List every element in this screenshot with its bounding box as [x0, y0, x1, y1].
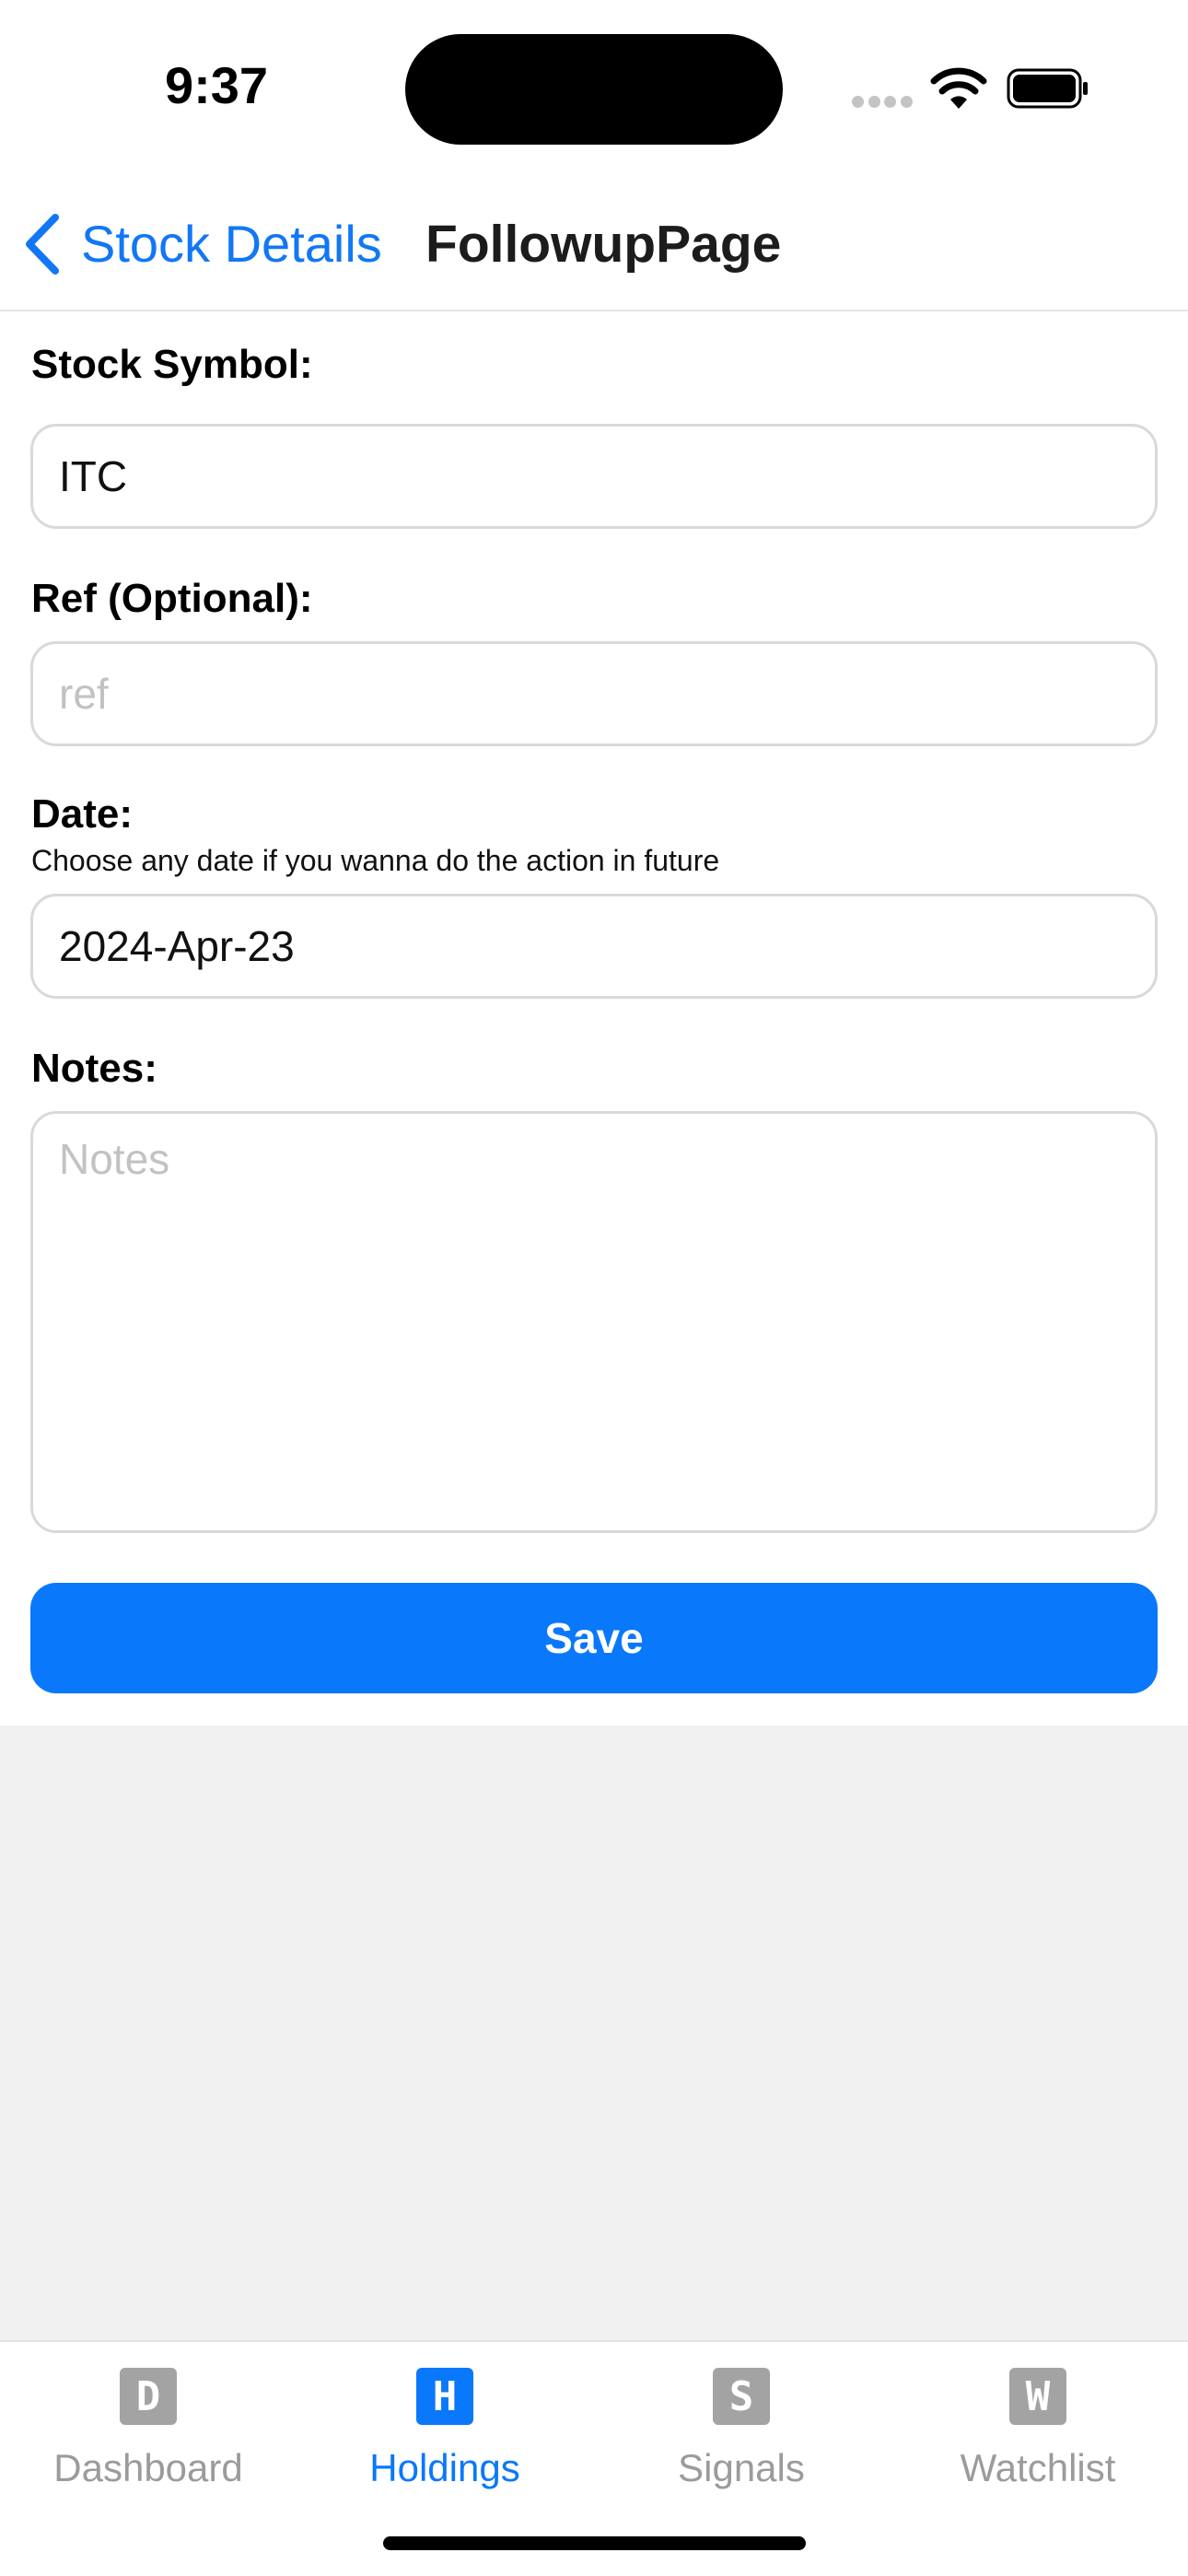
tab-label: Signals — [678, 2446, 805, 2489]
back-button[interactable]: Stock Details — [20, 203, 382, 286]
stock-symbol-input[interactable] — [30, 424, 1158, 529]
tab-label: Holdings — [369, 2446, 520, 2489]
save-button[interactable]: Save — [30, 1583, 1158, 1693]
page-title: FollowupPage — [425, 215, 782, 274]
ref-input[interactable] — [30, 641, 1158, 746]
stock-symbol-label: Stock Symbol: — [31, 342, 313, 387]
date-label: Date: — [31, 791, 134, 837]
date-hint: Choose any date if you wanna do the acti… — [31, 844, 720, 877]
wifi-icon — [930, 67, 987, 109]
tab-label: Watchlist — [960, 2446, 1116, 2489]
date-input[interactable] — [30, 894, 1158, 999]
holdings-icon: H — [416, 2368, 473, 2425]
empty-background — [0, 1726, 1188, 2340]
signals-icon: S — [713, 2368, 770, 2425]
notes-textarea[interactable] — [30, 1111, 1158, 1533]
back-button-label: Stock Details — [81, 215, 382, 273]
tab-label: Dashboard — [53, 2446, 243, 2489]
tab-dashboard[interactable]: D Dashboard — [0, 2360, 297, 2499]
home-indicator[interactable] — [383, 2536, 806, 2550]
dynamic-island — [405, 34, 783, 145]
tab-watchlist[interactable]: W Watchlist — [890, 2360, 1186, 2499]
dashboard-icon: D — [120, 2368, 177, 2425]
battery-icon — [1007, 68, 1088, 109]
status-bar: 9:37 — [0, 0, 1188, 175]
watchlist-icon: W — [1009, 2368, 1066, 2425]
ref-label: Ref (Optional): — [31, 576, 313, 621]
cellular-signal-icon — [852, 96, 913, 109]
chevron-left-icon — [26, 214, 59, 275]
tab-signals[interactable]: S Signals — [593, 2360, 890, 2499]
followup-form: Stock Symbol: Ref (Optional): Date: Choo… — [0, 311, 1188, 1726]
status-time: 9:37 — [164, 56, 269, 114]
navigation-bar: Stock Details FollowupPage — [0, 175, 1188, 311]
notes-label: Notes: — [31, 1046, 157, 1091]
tab-holdings[interactable]: H Holdings — [297, 2360, 593, 2499]
